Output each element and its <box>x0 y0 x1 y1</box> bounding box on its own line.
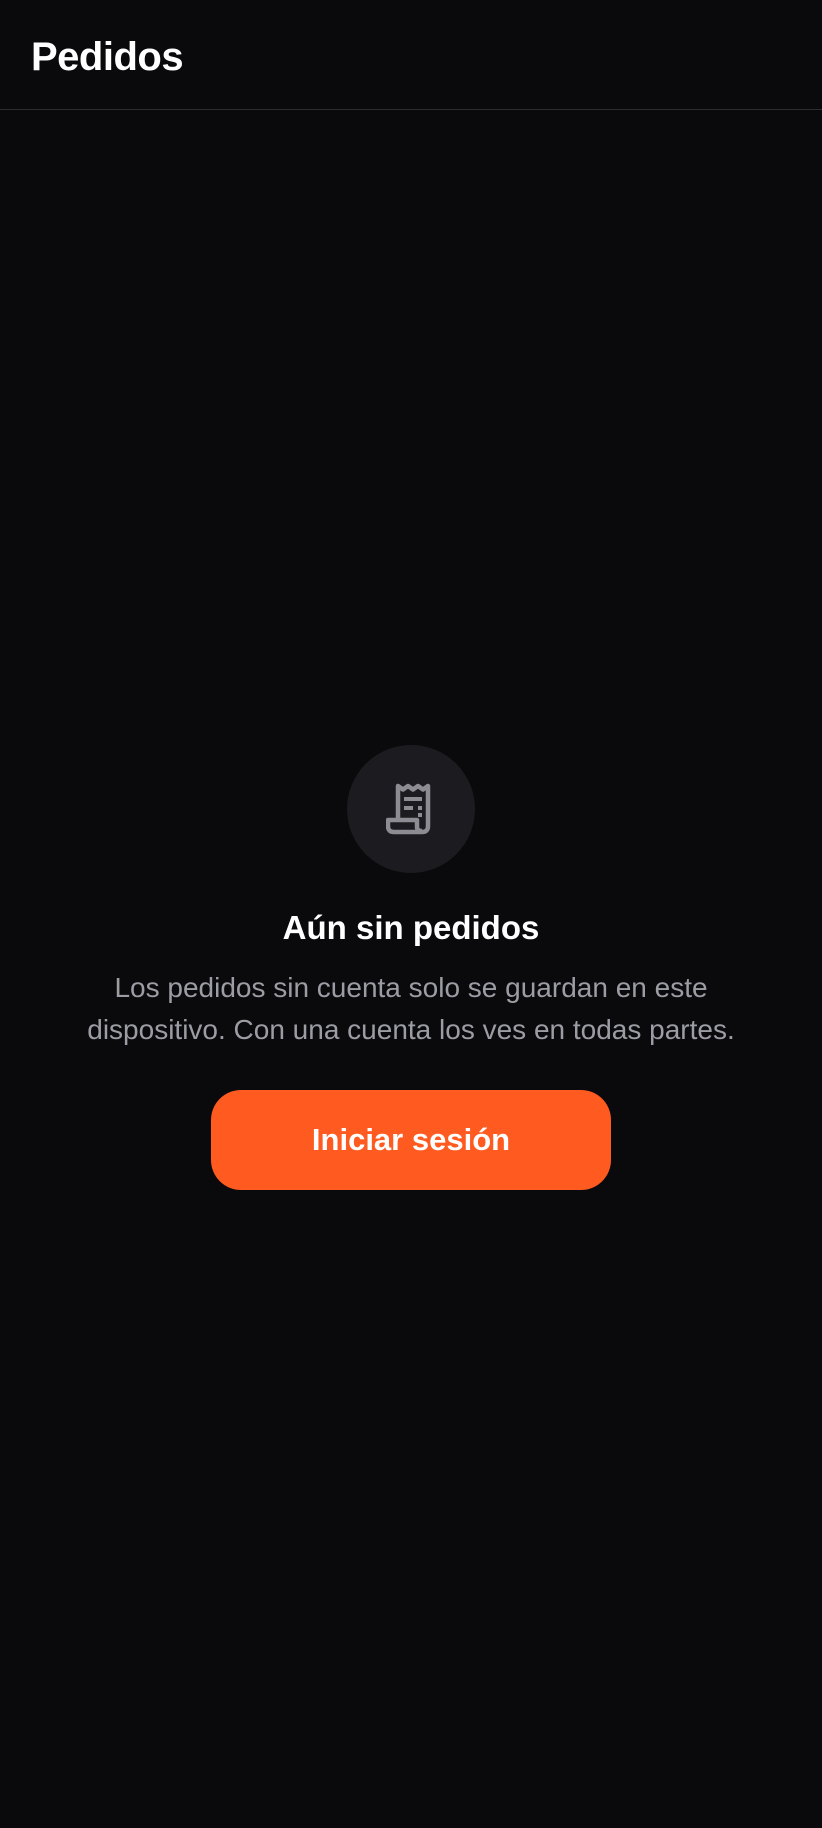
empty-state-icon-container <box>347 745 475 873</box>
empty-state-description: Los pedidos sin cuenta solo se guardan e… <box>87 972 735 1045</box>
login-button[interactable]: Iniciar sesión <box>211 1090 611 1190</box>
empty-state: Aún sin pedidos Los pedidos sin cuenta s… <box>0 745 822 1190</box>
page-title: Pedidos <box>31 35 184 79</box>
empty-state-title: Aún sin pedidos <box>282 909 540 946</box>
app-header: Pedidos <box>0 0 822 110</box>
receipt-icon <box>386 783 431 835</box>
